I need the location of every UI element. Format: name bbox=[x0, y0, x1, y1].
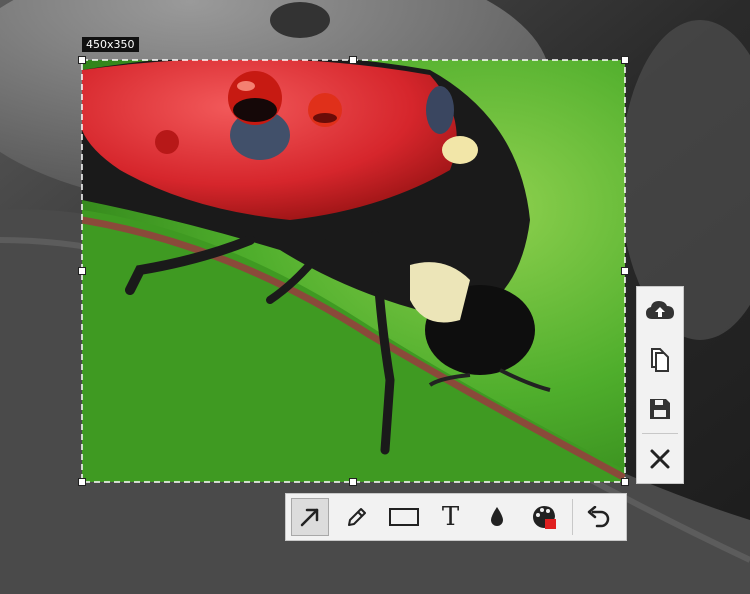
arrow-tool-button[interactable] bbox=[291, 498, 329, 536]
rectangle-icon bbox=[388, 508, 419, 526]
handle-middle-left[interactable] bbox=[78, 267, 86, 275]
toolbar-divider bbox=[572, 499, 574, 535]
text-icon: T bbox=[441, 502, 460, 532]
close-button[interactable] bbox=[636, 434, 684, 483]
undo-icon bbox=[587, 506, 610, 528]
copy-icon bbox=[651, 348, 669, 373]
pencil-tool-button[interactable] bbox=[338, 498, 376, 536]
save-icon bbox=[650, 398, 670, 419]
handle-bottom-center[interactable] bbox=[349, 478, 357, 486]
selection-size-label: 450x350 bbox=[82, 37, 139, 52]
upload-cloud-icon bbox=[646, 301, 674, 320]
upload-button[interactable] bbox=[636, 287, 684, 336]
close-icon bbox=[650, 449, 670, 469]
text-tool-button[interactable]: T bbox=[432, 498, 470, 536]
handle-bottom-left[interactable] bbox=[78, 478, 86, 486]
rectangle-tool-button[interactable] bbox=[385, 498, 423, 536]
side-toolbar bbox=[636, 286, 684, 484]
save-button[interactable] bbox=[636, 385, 684, 434]
arrow-icon bbox=[300, 508, 319, 527]
copy-button[interactable] bbox=[636, 336, 684, 385]
color-picker-button[interactable] bbox=[525, 498, 563, 536]
pencil-icon bbox=[347, 508, 366, 526]
blur-drop-icon bbox=[491, 507, 504, 526]
blur-tool-button[interactable] bbox=[478, 498, 516, 536]
handle-top-left[interactable] bbox=[78, 56, 86, 64]
selected-color-swatch bbox=[545, 519, 557, 529]
undo-button[interactable] bbox=[579, 498, 617, 536]
selected-region bbox=[82, 60, 625, 482]
drawing-toolbar: T bbox=[285, 493, 627, 541]
handle-bottom-right[interactable] bbox=[621, 478, 629, 486]
handle-middle-right[interactable] bbox=[621, 267, 629, 275]
color-palette-icon bbox=[533, 506, 557, 529]
handle-top-right[interactable] bbox=[621, 56, 629, 64]
handle-top-center[interactable] bbox=[349, 56, 357, 64]
